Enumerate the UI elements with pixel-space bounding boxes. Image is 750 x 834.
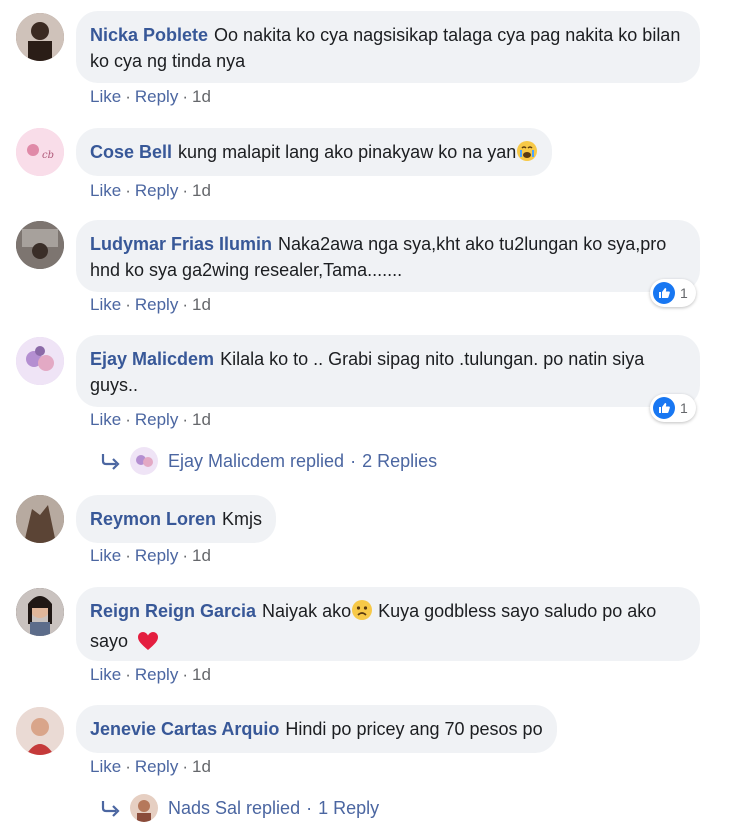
reply-link[interactable]: Reply [135,665,178,684]
comment-bubble: Jenevie Cartas Arquio Hindi po pricey ang… [76,705,557,753]
reaction-count[interactable]: 1 [650,394,696,422]
comment-bubble: Reign Reign Garcia Naiyak ako Kuya godble… [76,587,700,661]
comment-timestamp[interactable]: 1d [192,546,211,565]
like-link[interactable]: Like [90,757,121,776]
separator-dot: · [125,87,131,106]
view-replies-link[interactable]: Ejay Malicdem replied · 2 Replies [100,447,437,475]
comment-author[interactable]: Nicka Poblete [90,25,208,45]
comment-text: Naiyak ako [262,601,352,621]
comment-timestamp[interactable]: 1d [192,87,211,106]
avatar-image: cb [16,128,64,176]
replies-author-text: Nads Sal replied [168,797,301,818]
comment-author[interactable]: Reign Reign Garcia [90,601,256,621]
comment-timestamp[interactable]: 1d [192,181,211,200]
comment-timestamp[interactable]: 1d [192,665,211,684]
svg-text:cb: cb [42,150,54,161]
comment-bubble: Ejay Malicdem Kilala ko to .. Grabi sipag… [76,335,700,407]
replies-count: 1 Reply [318,797,380,818]
comment-bubble: Nicka Poblete Oo nakita ko cya nagsisikap… [76,11,700,83]
comment-text: Hindi po pricey ang 70 pesos po [285,719,543,739]
reply-link[interactable]: Reply [135,757,178,776]
avatar-image [16,707,64,755]
avatar-image [16,337,64,385]
thumbs-up-icon [653,397,675,419]
separator-dot: · [182,546,188,565]
like-link[interactable]: Like [90,87,121,106]
avatar[interactable] [16,707,64,755]
avatar-image [16,495,64,543]
comment-author[interactable]: Ludymar Frias Ilumin [90,234,272,254]
comment-actions: Like · Reply · 1d [90,410,211,430]
avatar[interactable] [16,495,64,543]
separator-dot: · [306,797,313,818]
avatar-image [16,221,64,269]
comment-text: Kmjs [222,509,263,529]
like-link[interactable]: Like [90,181,121,200]
avatar-image [16,13,64,61]
separator-dot: · [125,295,131,314]
reply-link[interactable]: Reply [135,295,178,314]
crying-face-icon [516,140,538,169]
avatar[interactable]: cb [16,128,64,176]
separator-dot: · [350,450,357,471]
sad-face-icon [351,599,373,628]
reaction-count[interactable]: 1 [650,279,696,307]
separator-dot: · [125,757,131,776]
comment-text: kung malapit lang ako pinakyaw ko na yan [178,142,517,162]
reaction-number: 1 [680,285,688,301]
reply-link[interactable]: Reply [135,410,178,429]
like-link[interactable]: Like [90,295,121,314]
comment-actions: Like · Reply · 1d [90,757,211,777]
avatar [130,447,158,475]
comment-timestamp[interactable]: 1d [192,295,211,314]
avatar[interactable] [16,221,64,269]
like-link[interactable]: Like [90,546,121,565]
view-replies-link[interactable]: Nads Sal replied · 1 Reply [100,794,379,822]
avatar[interactable] [16,13,64,61]
like-link[interactable]: Like [90,410,121,429]
reply-link[interactable]: Reply [135,87,178,106]
separator-dot: · [125,410,131,429]
comment-author[interactable]: Ejay Malicdem [90,349,214,369]
reply-arrow-icon [101,801,120,817]
comment-actions: Like · Reply · 1d [90,546,211,566]
comment-actions: Like · Reply · 1d [90,295,211,315]
separator-dot: · [182,665,188,684]
replies-author-text: Ejay Malicdem replied [168,450,345,471]
comment-actions: Like · Reply · 1d [90,87,211,107]
separator-dot: · [125,665,131,684]
reply-arrow-icon [101,454,120,470]
comment-actions: Like · Reply · 1d [90,181,211,201]
separator-dot: · [182,295,188,314]
thumbs-up-icon [653,282,675,304]
comment-timestamp[interactable]: 1d [192,757,211,776]
comment-author[interactable]: Cose Bell [90,142,172,162]
reaction-number: 1 [680,400,688,416]
reply-link[interactable]: Reply [135,181,178,200]
heart-icon [137,631,159,658]
reply-link[interactable]: Reply [135,546,178,565]
comment-actions: Like · Reply · 1d [90,665,211,685]
separator-dot: · [182,410,188,429]
comment-author[interactable]: Jenevie Cartas Arquio [90,719,279,739]
avatar[interactable] [16,337,64,385]
like-link[interactable]: Like [90,665,121,684]
comment-bubble: Cose Bell kung malapit lang ako pinakyaw … [76,128,553,176]
avatar [130,794,158,822]
separator-dot: · [182,87,188,106]
separator-dot: · [125,546,131,565]
comment-author[interactable]: Reymon Loren [90,509,216,529]
comment-timestamp[interactable]: 1d [192,410,211,429]
comment-bubble: Ludymar Frias Ilumin Naka2awa nga sya,kht… [76,220,700,292]
separator-dot: · [182,757,188,776]
replies-count: 2 Replies [362,450,438,471]
comment-bubble: Reymon Loren Kmjs [76,495,277,543]
separator-dot: · [182,181,188,200]
avatar-image [16,588,64,636]
separator-dot: · [125,181,131,200]
avatar[interactable] [16,588,64,636]
